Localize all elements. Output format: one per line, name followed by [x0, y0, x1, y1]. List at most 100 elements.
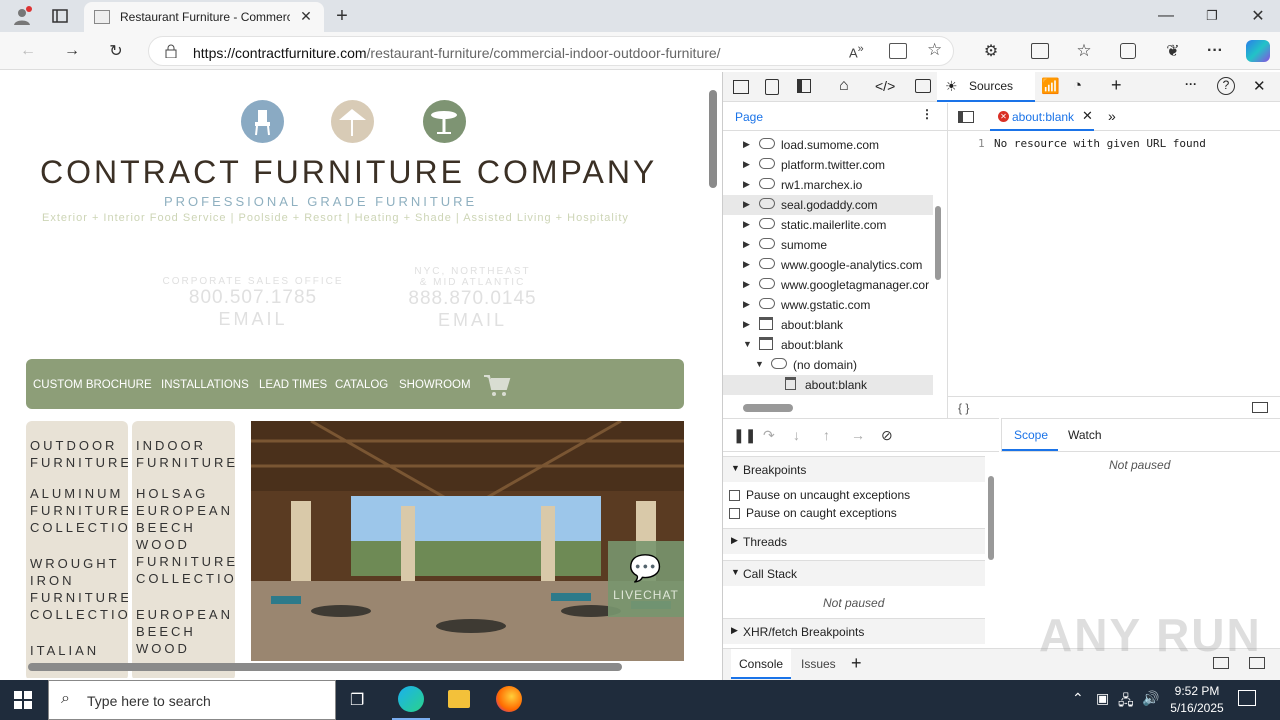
tab-watch[interactable]: Watch — [1062, 419, 1118, 451]
navigator-scroll-thumb[interactable] — [935, 206, 941, 280]
extensions-icon[interactable]: ⚙ — [980, 40, 1002, 62]
favorite-star-icon[interactable]: ☆ — [927, 40, 942, 60]
profile-icon[interactable] — [8, 4, 36, 28]
pause-uncaught-checkbox[interactable]: Pause on uncaught exceptions — [729, 488, 910, 502]
tree-item[interactable]: ▶ platform.twitter.com — [723, 155, 933, 175]
step-out-icon[interactable]: ↑ — [823, 427, 830, 443]
new-tab-button[interactable]: + — [330, 4, 354, 28]
home-icon[interactable]: ⌂ — [839, 77, 849, 95]
nav-custom-brochure[interactable]: CUSTOM BROCHURE — [33, 379, 152, 391]
help-icon[interactable]: ? — [1217, 77, 1235, 95]
url-text[interactable]: https://contractfurniture.com/restaurant… — [193, 45, 721, 61]
add-drawer-tab-icon[interactable]: + — [851, 653, 862, 674]
tab-page[interactable]: Page — [735, 110, 763, 124]
close-tab-icon[interactable]: ✕ — [298, 8, 314, 24]
tab-console[interactable]: Console — [731, 649, 791, 679]
nav-lead-times[interactable]: LEAD TIMES — [259, 379, 327, 391]
brand-name[interactable]: CONTRACT FURNITURE COMPANY — [40, 154, 657, 191]
restore-button[interactable]: ❐ — [1202, 4, 1222, 28]
volume-icon[interactable]: 🔊 — [1142, 690, 1159, 707]
address-bar[interactable]: https://contractfurniture.com/restaurant… — [148, 36, 954, 66]
tree-item[interactable]: ▼ about:blank — [723, 335, 933, 355]
menu-item[interactable]: WROUGHT IRON FURNITURE COLLECTIONS — [30, 555, 128, 623]
tab-actions-icon[interactable] — [48, 4, 72, 28]
network-tray-icon[interactable]: 🖧 — [1118, 690, 1134, 714]
tray-chevron-icon[interactable]: ⌃ — [1072, 690, 1084, 707]
more-menu-icon[interactable]: ··· — [1204, 40, 1226, 62]
devtools-menu-icon[interactable]: ··· — [1185, 77, 1197, 91]
menu-heading[interactable]: OUTDOOR FURNITURE — [30, 437, 128, 471]
forward-button[interactable]: → — [60, 40, 84, 62]
read-aloud-icon[interactable]: A» — [849, 43, 864, 60]
step-over-icon[interactable]: ↷ — [763, 427, 775, 444]
taskbar-search-box[interactable]: ⌕ Type here to search — [48, 680, 336, 720]
console-icon[interactable] — [915, 79, 931, 93]
menu-item[interactable]: HOLSAG EUROPEAN BEECH WOOD FURNITURE COL… — [136, 485, 235, 587]
clock-time[interactable]: 9:52 PM — [1166, 684, 1228, 698]
tree-item[interactable]: ▶ load.sumome.com — [723, 135, 933, 155]
favorites-icon[interactable]: ☆ — [1073, 40, 1095, 62]
windows-start-icon[interactable] — [14, 691, 32, 712]
breakpoints-section[interactable]: ▼ Breakpoints — [723, 456, 985, 482]
navigator-hscroll-thumb[interactable] — [743, 404, 793, 412]
pause-caught-checkbox[interactable]: Pause on caught exceptions — [729, 506, 897, 520]
copilot-tools-icon[interactable]: ❦ — [1162, 40, 1184, 62]
phone-number[interactable]: 888.870.0145 — [380, 288, 565, 310]
tree-item[interactable]: ▶ static.mailerlite.com — [723, 215, 933, 235]
tree-item[interactable]: ▶ www.googletagmanager.cor — [723, 275, 933, 295]
close-devtools-icon[interactable]: ✕ — [1253, 77, 1266, 95]
menu-item[interactable]: ALUMINUM FURNITURE COLLECTIONS — [30, 485, 128, 536]
file-explorer-icon[interactable] — [448, 690, 470, 708]
more-tools-icon[interactable]: + — [1111, 75, 1122, 96]
threads-section[interactable]: ▶ Threads — [723, 528, 985, 554]
email-link[interactable]: EMAIL — [158, 309, 348, 330]
split-screen-icon[interactable] — [1031, 43, 1049, 59]
refresh-button[interactable]: ↻ — [104, 40, 128, 62]
copilot-icon[interactable] — [1246, 40, 1270, 62]
lock-icon[interactable] — [165, 44, 177, 59]
browser-tab[interactable]: Restaurant Furniture - Commerci ✕ — [84, 2, 324, 32]
elements-icon[interactable]: </> — [875, 78, 895, 94]
close-editor-tab-icon[interactable]: ✕ — [1082, 108, 1093, 124]
tree-item[interactable]: ▶ rw1.marchex.io — [723, 175, 933, 195]
immersive-reader-icon[interactable] — [889, 43, 907, 59]
page-vertical-scrollbar[interactable] — [708, 78, 718, 658]
task-view-icon[interactable]: ❐ — [350, 690, 364, 710]
tree-item[interactable]: ▼ (no domain) — [723, 355, 933, 375]
performance-icon[interactable]: ◔ — [1073, 77, 1082, 94]
navigator-menu-icon[interactable]: ⋮ — [921, 107, 933, 121]
collections-icon[interactable] — [1120, 43, 1136, 59]
tree-item[interactable]: ▶ sumome — [723, 235, 933, 255]
email-link[interactable]: EMAIL — [380, 310, 565, 331]
phone-number[interactable]: 800.507.1785 — [158, 287, 348, 309]
tab-sources[interactable]: ☀ Sources — [937, 72, 1035, 102]
menu-item[interactable]: ITALIAN — [30, 642, 128, 659]
clock-date[interactable]: 5/16/2025 — [1162, 701, 1232, 715]
tree-item[interactable]: ▶ about:blank — [723, 315, 933, 335]
nav-installations[interactable]: INSTALLATIONS — [161, 379, 249, 391]
xhr-breakpoints-section[interactable]: ▶ XHR/fetch Breakpoints — [723, 618, 985, 644]
sidebar-scroll-thumb[interactable] — [988, 476, 994, 560]
step-icon[interactable]: → — [851, 427, 865, 443]
nav-catalog[interactable]: CATALOG — [335, 379, 388, 391]
tree-item[interactable]: ▶ www.gstatic.com — [723, 295, 933, 315]
scroll-thumb[interactable] — [709, 90, 717, 188]
scroll-thumb[interactable] — [28, 663, 622, 671]
cart-icon[interactable] — [482, 373, 512, 400]
pretty-print-icon[interactable]: { } — [958, 401, 969, 415]
tab-issues[interactable]: Issues — [795, 649, 839, 679]
tree-item[interactable]: about:blank — [723, 375, 933, 395]
back-button[interactable]: ← — [16, 40, 40, 62]
pause-icon[interactable]: ❚❚ — [733, 427, 756, 444]
tab-scope[interactable]: Scope — [1002, 419, 1058, 451]
code-editor[interactable]: 1 No resource with given URL found — [947, 131, 1280, 417]
editor-tab-about-blank[interactable]: ✕ about:blank ✕ — [990, 103, 1094, 131]
livechat-button[interactable]: 💬 LIVECHAT — [608, 541, 684, 617]
network-icon[interactable]: 📶 — [1041, 77, 1060, 95]
minimize-button[interactable]: — — [1156, 4, 1176, 28]
tree-item[interactable]: ▶ www.google-analytics.com — [723, 255, 933, 275]
toggle-navigator-icon[interactable] — [958, 111, 974, 123]
call-stack-section[interactable]: ▼ Call Stack — [723, 560, 985, 586]
tray-device-icon[interactable]: ▣ — [1096, 690, 1109, 707]
menu-item[interactable]: EUROPEAN BEECH WOOD — [136, 606, 235, 657]
